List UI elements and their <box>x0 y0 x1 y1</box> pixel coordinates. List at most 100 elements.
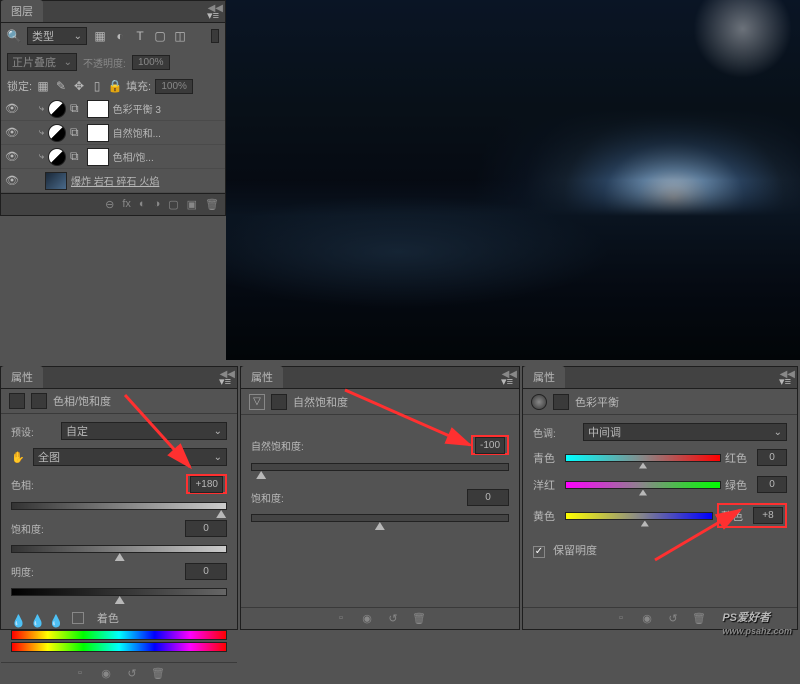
tab-properties[interactable]: 属性 <box>241 366 283 388</box>
layer-name[interactable]: 自然饱和... <box>113 125 221 140</box>
cyan-red-slider[interactable] <box>565 454 721 462</box>
layer-item[interactable]: 👁 ⤷ ⧉ 色相/饱... <box>1 145 225 169</box>
layer-filter-row: 🔍 类型 ▦ ◐ T ▢ ◫ <box>1 23 225 49</box>
magenta-green-slider[interactable] <box>565 481 721 489</box>
new-layer-icon[interactable]: ▣ <box>187 198 197 211</box>
link-icon: ⧉ <box>70 101 79 116</box>
channel-dropdown[interactable]: 全图 <box>33 448 227 466</box>
filter-adjust-icon[interactable]: ◐ <box>113 29 127 43</box>
adjustment-header: 自然饱和度 <box>241 389 519 415</box>
eyedropper-tools[interactable]: 💧💧💧 <box>11 614 64 628</box>
document-canvas[interactable] <box>226 0 800 360</box>
tab-layers[interactable]: 图层 <box>1 0 43 22</box>
panel-collapse-icon[interactable]: ◀◀ <box>208 3 223 14</box>
view-prev-icon[interactable]: ◉ <box>98 667 114 680</box>
delete-icon[interactable]: 🗑 <box>205 198 219 211</box>
filter-shape-icon[interactable]: ▢ <box>153 29 167 43</box>
sat-value[interactable]: 0 <box>185 520 227 537</box>
mask-icon[interactable]: ◐ <box>139 198 146 211</box>
preset-label: 预设: <box>11 424 55 439</box>
panel-collapse-icon[interactable]: ◀◀ <box>780 369 795 380</box>
lock-brush-icon[interactable]: ✎ <box>54 79 68 93</box>
layer-item[interactable]: 👁 ⤷ ⧉ 色彩平衡 3 <box>1 97 225 121</box>
clip-icon[interactable]: ▫ <box>72 667 88 680</box>
filter-kind-dropdown[interactable]: 类型 <box>27 27 87 45</box>
filter-toggle[interactable] <box>211 29 219 43</box>
properties-panel-hue-sat: ◀◀ 属性▾≡ 色相/饱和度 预设:自定 ✋全图 色相:+180 饱和度:0 明… <box>0 366 238 630</box>
preserve-luminosity-checkbox[interactable] <box>533 546 545 558</box>
light-label: 明度: <box>11 564 55 579</box>
colorize-checkbox[interactable] <box>72 612 84 624</box>
lock-position-icon[interactable]: ✥ <box>72 79 86 93</box>
panel-collapse-icon[interactable]: ◀◀ <box>502 369 517 380</box>
tone-dropdown[interactable]: 中间调 <box>583 423 787 441</box>
blend-mode-dropdown[interactable]: 正片叠底 <box>7 53 77 71</box>
adjustment-name: 色彩平衡 <box>575 394 619 410</box>
delete-icon[interactable]: 🗑 <box>150 667 166 680</box>
link-icon: ⧉ <box>70 149 79 164</box>
group-icon[interactable]: ▢ <box>168 198 178 211</box>
layer-name[interactable]: 爆炸 岩石 碎石 火焰 <box>71 173 221 188</box>
green-value[interactable]: 0 <box>757 476 787 493</box>
sat-slider[interactable] <box>251 514 509 528</box>
fx-icon[interactable]: fx <box>122 198 131 211</box>
preset-dropdown[interactable]: 自定 <box>61 422 227 440</box>
delete-icon[interactable]: 🗑 <box>691 612 707 625</box>
light-slider[interactable] <box>11 588 227 602</box>
adjustment-name: 色相/饱和度 <box>53 393 111 409</box>
layer-name[interactable]: 色相/饱... <box>113 149 221 164</box>
adjustment-icon[interactable]: ◑ <box>154 198 161 211</box>
filter-pixel-icon[interactable]: ▦ <box>93 29 107 43</box>
mask-thumb[interactable] <box>87 124 109 142</box>
hue-value[interactable]: +180 <box>190 476 223 493</box>
reset-icon[interactable]: ↺ <box>124 667 140 680</box>
layers-footer: ⊖ fx ◐ ◑ ▢ ▣ 🗑 <box>1 193 225 215</box>
delete-icon[interactable]: 🗑 <box>411 612 427 625</box>
opacity-input[interactable]: 100% <box>132 55 170 70</box>
visibility-icon[interactable]: 👁 <box>5 126 19 139</box>
reset-icon[interactable]: ↺ <box>665 612 681 625</box>
lock-all-icon[interactable]: 🔒 <box>108 79 122 93</box>
link-layers-icon[interactable]: ⊖ <box>105 198 114 211</box>
visibility-icon[interactable]: 👁 <box>5 102 19 115</box>
hue-slider[interactable] <box>11 502 227 516</box>
preserve-label: 保留明度 <box>553 545 597 557</box>
vibrance-value[interactable]: -100 <box>475 437 505 454</box>
vibrance-slider[interactable] <box>251 463 509 477</box>
layer-list: 👁 ⤷ ⧉ 色彩平衡 3 👁 ⤷ ⧉ 自然饱和... 👁 ⤷ ⧉ 色相/饱...… <box>1 97 225 193</box>
tab-properties[interactable]: 属性 <box>1 366 43 388</box>
yellow-blue-slider[interactable] <box>565 512 713 520</box>
light-value[interactable]: 0 <box>185 563 227 580</box>
lock-label: 锁定: <box>7 78 32 94</box>
fill-input[interactable]: 100% <box>155 79 193 94</box>
blue-value[interactable]: +8 <box>753 507 783 524</box>
hue-strip-top <box>11 630 227 640</box>
view-prev-icon[interactable]: ◉ <box>639 612 655 625</box>
visibility-icon[interactable]: 👁 <box>5 150 19 163</box>
balance-icon <box>531 394 547 410</box>
search-icon[interactable]: 🔍 <box>7 29 21 43</box>
hand-icon[interactable]: ✋ <box>11 451 27 464</box>
layer-item[interactable]: 👁 爆炸 岩石 碎石 火焰 <box>1 169 225 193</box>
clip-icon[interactable]: ▫ <box>613 612 629 625</box>
mask-thumb[interactable] <box>87 100 109 118</box>
red-value[interactable]: 0 <box>757 449 787 466</box>
clip-icon[interactable]: ▫ <box>333 612 349 625</box>
tab-properties[interactable]: 属性 <box>523 366 565 388</box>
reset-icon[interactable]: ↺ <box>385 612 401 625</box>
layers-panel: ◀◀ 图层 ▾≡ 🔍 类型 ▦ ◐ T ▢ ◫ 正片叠底 不透明度: 100% … <box>0 0 226 216</box>
mask-thumb[interactable] <box>87 148 109 166</box>
panel-collapse-icon[interactable]: ◀◀ <box>220 369 235 380</box>
visibility-icon[interactable]: 👁 <box>5 174 19 187</box>
sat-slider[interactable] <box>11 545 227 559</box>
view-prev-icon[interactable]: ◉ <box>359 612 375 625</box>
layer-item[interactable]: 👁 ⤷ ⧉ 自然饱和... <box>1 121 225 145</box>
panel-tabs: 图层 ▾≡ <box>1 1 225 23</box>
layer-name[interactable]: 色彩平衡 3 <box>113 101 221 116</box>
filter-type-icon[interactable]: T <box>133 29 147 43</box>
lock-pixels-icon[interactable]: ▦ <box>36 79 50 93</box>
sat-value[interactable]: 0 <box>467 489 509 506</box>
lock-artboard-icon[interactable]: ▯ <box>90 79 104 93</box>
green-label: 绿色 <box>725 477 753 493</box>
filter-smart-icon[interactable]: ◫ <box>173 29 187 43</box>
